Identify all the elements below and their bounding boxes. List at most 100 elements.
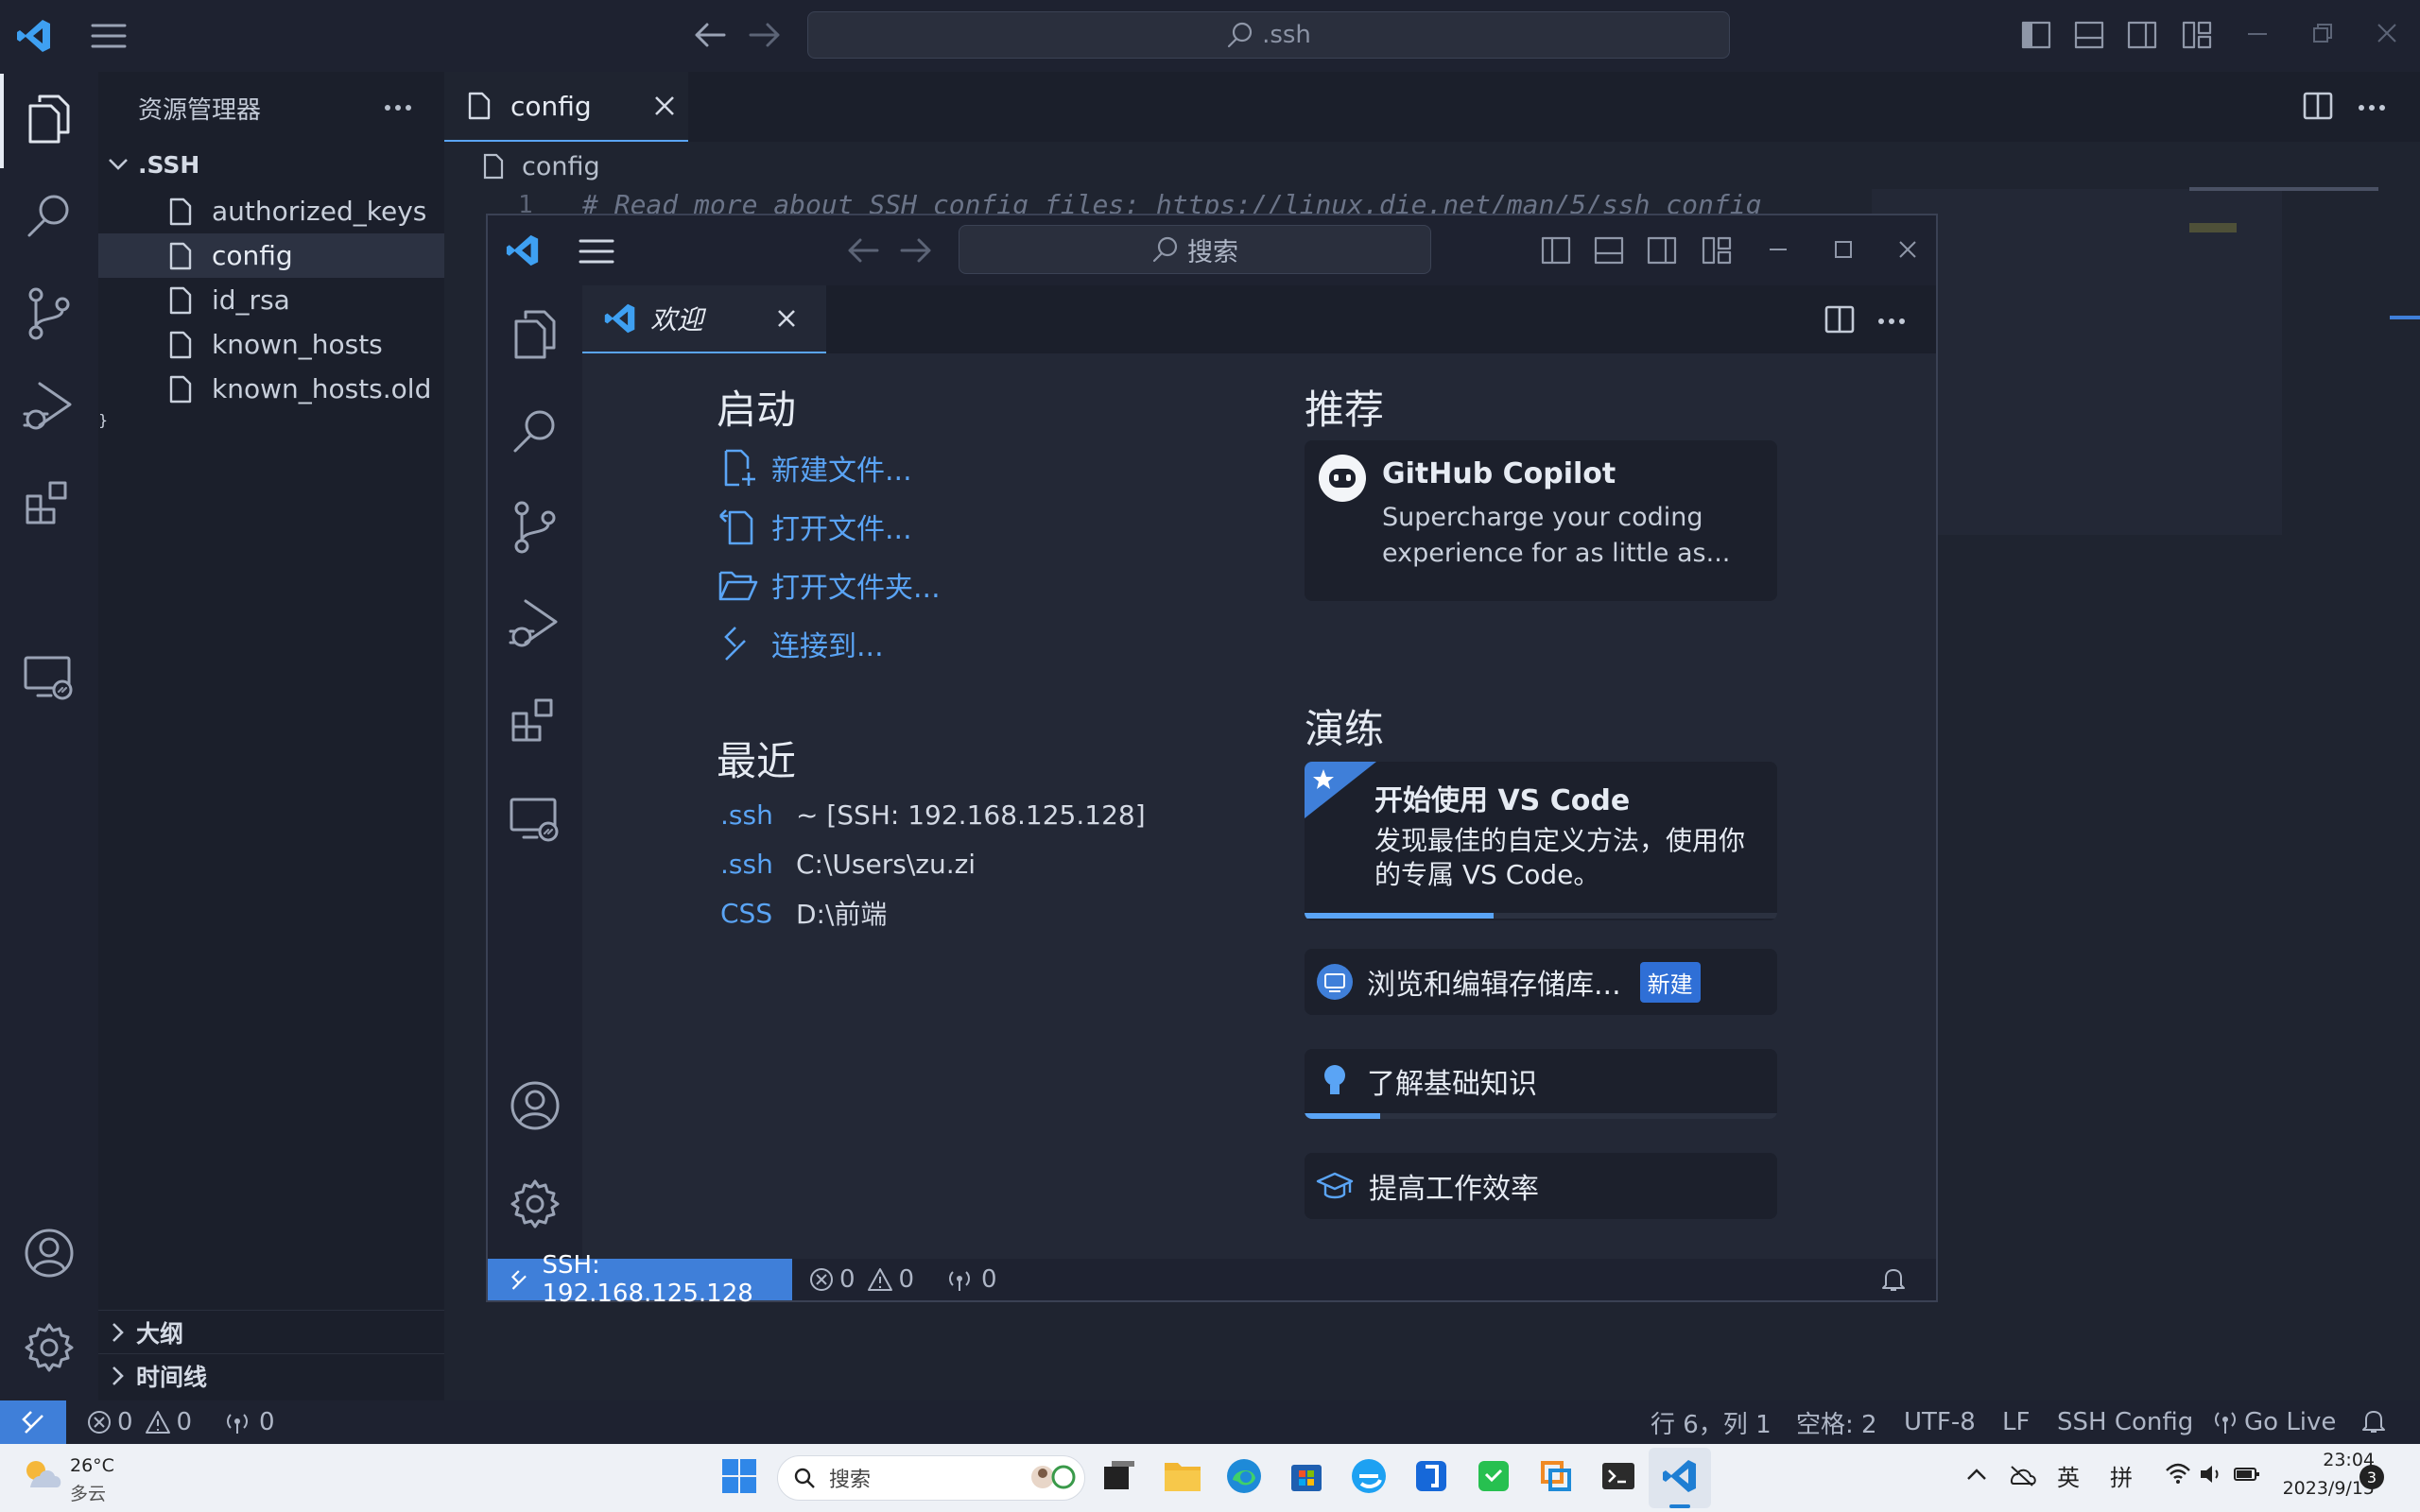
productivity-card[interactable]: 提高工作效率 bbox=[1305, 1153, 1777, 1219]
run-debug-icon[interactable] bbox=[509, 597, 560, 652]
open-file-link[interactable]: 打开文件... bbox=[717, 497, 1114, 556]
terminal-icon[interactable] bbox=[1599, 1457, 1637, 1495]
extensions-icon[interactable] bbox=[510, 696, 560, 745]
run-debug-icon[interactable] bbox=[23, 380, 74, 435]
remote-explorer-icon[interactable] bbox=[23, 654, 76, 703]
search-icon[interactable] bbox=[510, 406, 560, 455]
forward-arrow-icon[interactable] bbox=[749, 21, 781, 49]
toggle-primary-sidebar-icon[interactable] bbox=[2021, 21, 2051, 49]
indentation[interactable]: 空格: 2 bbox=[1796, 1400, 1877, 1444]
maximize-icon[interactable] bbox=[1834, 240, 1853, 259]
copilot-card[interactable]: GitHub Copilot Supercharge your coding e… bbox=[1305, 440, 1777, 601]
ie-browser-icon[interactable] bbox=[1350, 1457, 1388, 1495]
show-hidden-icons-icon[interactable] bbox=[1966, 1467, 1987, 1482]
extensions-icon[interactable] bbox=[25, 478, 74, 527]
problems-indicator[interactable]: 0 0 bbox=[809, 1259, 914, 1300]
back-arrow-icon[interactable] bbox=[694, 21, 726, 49]
customize-layout-icon[interactable] bbox=[1702, 236, 1732, 265]
open-folder-link[interactable]: 打开文件夹... bbox=[717, 556, 1114, 614]
file-explorer-icon[interactable] bbox=[1163, 1457, 1202, 1495]
toggle-secondary-sidebar-icon[interactable] bbox=[2127, 21, 2157, 49]
store-icon[interactable] bbox=[1288, 1457, 1325, 1495]
close-window-icon[interactable] bbox=[1898, 240, 1917, 259]
forward-arrow-icon[interactable] bbox=[900, 236, 932, 265]
vscode-taskbar-button[interactable] bbox=[1649, 1448, 1711, 1508]
end-of-line[interactable]: LF bbox=[2002, 1400, 2030, 1444]
editor-more-actions-icon[interactable] bbox=[2358, 104, 2386, 112]
wechat-icon[interactable] bbox=[1475, 1457, 1512, 1495]
clock-date[interactable]: 2023/9/15 bbox=[2252, 1478, 2375, 1499]
toggle-secondary-sidebar-icon[interactable] bbox=[1647, 236, 1677, 265]
file-item-known-hosts-old[interactable]: known_hosts.old bbox=[98, 367, 444, 411]
volume-icon[interactable] bbox=[2199, 1463, 2225, 1486]
file-item-id-rsa[interactable]: id_rsa bbox=[98, 278, 444, 322]
ime-mode[interactable]: 拼 bbox=[2110, 1459, 2133, 1492]
back-arrow-icon[interactable] bbox=[847, 236, 879, 265]
settings-gear-icon[interactable] bbox=[23, 1321, 76, 1374]
notifications-bell-icon[interactable] bbox=[2361, 1408, 2386, 1435]
toggle-primary-sidebar-icon[interactable] bbox=[1541, 236, 1571, 265]
source-control-icon[interactable] bbox=[512, 501, 558, 554]
customize-layout-icon[interactable] bbox=[2182, 21, 2212, 49]
timeline-section[interactable]: 时间线 bbox=[98, 1353, 444, 1397]
command-center-search[interactable]: .ssh bbox=[807, 11, 1730, 59]
notifications-bell-icon[interactable] bbox=[1881, 1266, 1906, 1293]
file-item-config[interactable]: config bbox=[98, 233, 444, 278]
toggle-panel-icon[interactable] bbox=[2074, 21, 2104, 49]
split-editor-icon[interactable] bbox=[1824, 304, 1855, 335]
browse-repos-card[interactable]: 浏览和编辑存储库... 新建 bbox=[1305, 949, 1777, 1015]
file-item-authorized-keys[interactable]: authorized_keys bbox=[98, 189, 444, 233]
getting-started-card[interactable]: 开始使用 VS Code 发现最佳的自定义方法，使用你 的专属 VS Code。 bbox=[1305, 762, 1777, 920]
ime-language[interactable]: 英 bbox=[2057, 1459, 2080, 1492]
go-live-button[interactable]: Go Live bbox=[2214, 1400, 2336, 1444]
minimize-icon[interactable] bbox=[1768, 248, 1789, 251]
new-file-link[interactable]: 新建文件... bbox=[717, 438, 1114, 497]
ports-indicator[interactable]: 0 bbox=[223, 1400, 275, 1444]
recent-item-name[interactable]: .ssh bbox=[720, 849, 796, 880]
restore-icon[interactable] bbox=[2312, 23, 2333, 43]
menu-icon[interactable] bbox=[91, 23, 127, 49]
close-tab-icon[interactable] bbox=[654, 95, 675, 116]
task-view-icon[interactable] bbox=[1100, 1457, 1138, 1495]
recent-item[interactable]: .ssh C:\Users\zu.zi bbox=[720, 839, 1155, 888]
search-icon[interactable] bbox=[25, 191, 74, 240]
taskbar-search-box[interactable]: 搜索 bbox=[777, 1455, 1085, 1501]
ports-indicator[interactable]: 0 bbox=[945, 1259, 997, 1300]
menu-icon[interactable] bbox=[579, 238, 614, 265]
more-actions-icon[interactable] bbox=[384, 104, 412, 112]
inner-command-center[interactable]: 搜索 bbox=[959, 225, 1431, 274]
remote-indicator[interactable]: SSH: 192.168.125.128 bbox=[488, 1251, 792, 1308]
breadcrumb[interactable]: config bbox=[482, 149, 600, 183]
recent-item[interactable]: .ssh ~ [SSH: 192.168.125.128] bbox=[720, 790, 1155, 839]
start-button-icon[interactable] bbox=[720, 1457, 758, 1495]
split-editor-icon[interactable] bbox=[2303, 91, 2333, 121]
account-icon[interactable] bbox=[509, 1079, 562, 1132]
notification-count-badge[interactable]: 3 bbox=[2360, 1465, 2384, 1489]
settings-gear-icon[interactable] bbox=[509, 1177, 562, 1230]
encoding[interactable]: UTF-8 bbox=[1904, 1400, 1976, 1444]
cursor-position[interactable]: 行 6，列 1 bbox=[1651, 1400, 1772, 1444]
connect-to-link[interactable]: 连接到... bbox=[717, 614, 1114, 673]
explorer-icon[interactable] bbox=[25, 93, 74, 146]
weather-cloud-icon[interactable] bbox=[21, 1457, 64, 1491]
language-mode[interactable]: SSH Config bbox=[2057, 1400, 2193, 1444]
remote-indicator[interactable] bbox=[0, 1400, 66, 1444]
recent-item-name[interactable]: CSS bbox=[720, 898, 796, 929]
account-icon[interactable] bbox=[23, 1227, 76, 1280]
edge-browser-icon[interactable] bbox=[1225, 1457, 1263, 1495]
outline-section[interactable]: 大纲 bbox=[98, 1310, 444, 1353]
onedrive-icon[interactable] bbox=[2008, 1463, 2036, 1487]
recent-item[interactable]: CSS D:\前端 bbox=[720, 888, 1155, 937]
snipping-tool-icon[interactable] bbox=[1537, 1457, 1575, 1495]
close-window-icon[interactable] bbox=[2377, 23, 2397, 43]
file-item-known-hosts[interactable]: known_hosts bbox=[98, 322, 444, 367]
minimap[interactable] bbox=[2189, 187, 2378, 191]
toggle-panel-icon[interactable] bbox=[1594, 236, 1624, 265]
fundamentals-card[interactable]: 了解基础知识 bbox=[1305, 1049, 1777, 1119]
wifi-icon[interactable] bbox=[2165, 1463, 2191, 1486]
recent-item-name[interactable]: .ssh bbox=[720, 799, 796, 831]
close-tab-icon[interactable] bbox=[777, 309, 796, 328]
clock-time[interactable]: 23:04 bbox=[2280, 1450, 2375, 1470]
explorer-icon[interactable] bbox=[510, 308, 560, 361]
problems-indicator[interactable]: 0 0 bbox=[87, 1400, 192, 1444]
